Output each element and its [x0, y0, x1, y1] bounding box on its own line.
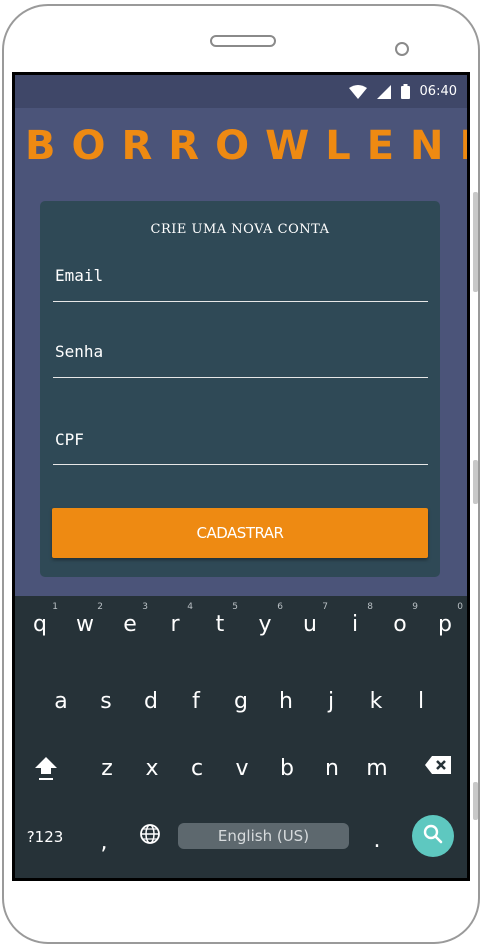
key-q[interactable]: q1: [18, 602, 62, 646]
cpf-field-label: CPF: [55, 430, 84, 449]
form-title: CRIE UMA NOVA CONTA: [150, 222, 330, 237]
key-hint: 9: [412, 602, 418, 612]
side-button-volume: [473, 460, 478, 504]
side-button-power: [473, 192, 478, 292]
key-label: r: [170, 611, 180, 637]
password-field[interactable]: Senha: [53, 335, 428, 378]
signup-card: CRIE UMA NOVA CONTA Email Senha CPF CADA…: [40, 201, 440, 577]
status-time: 06:40: [419, 84, 457, 99]
key-c[interactable]: c: [175, 746, 219, 790]
key-z[interactable]: z: [85, 746, 129, 790]
password-field-label: Senha: [55, 342, 104, 361]
key-r[interactable]: r4: [153, 602, 197, 646]
key-j[interactable]: j: [309, 679, 353, 723]
shift-key[interactable]: [24, 749, 68, 793]
key-label: l: [417, 688, 425, 714]
period-key[interactable]: .: [355, 818, 399, 862]
key-hint: 0: [457, 602, 463, 612]
shift-icon: [33, 755, 59, 787]
key-label: m: [366, 755, 388, 781]
key-label: u: [303, 611, 317, 637]
key-i[interactable]: i8: [333, 602, 377, 646]
key-w[interactable]: w2: [63, 602, 107, 646]
soft-keyboard: q1 w2 e3 r4 t5 y6 u7 i8 o9 p0 a s d f g …: [15, 596, 467, 878]
status-bar: 06:40: [15, 75, 467, 108]
key-label: d: [144, 688, 158, 714]
key-hint: 2: [97, 602, 103, 612]
comma-key[interactable]: ,: [82, 820, 126, 864]
key-d[interactable]: d: [129, 679, 173, 723]
key-s[interactable]: s: [84, 679, 128, 723]
key-b[interactable]: b: [265, 746, 309, 790]
key-label: v: [235, 755, 249, 781]
key-h[interactable]: h: [264, 679, 308, 723]
key-t[interactable]: t5: [198, 602, 242, 646]
key-label: a: [54, 688, 68, 714]
key-k[interactable]: k: [354, 679, 398, 723]
backspace-key[interactable]: [416, 746, 460, 790]
device-screen: 06:40 BORROWLEND CRIE UMA NOVA CONTA Ema…: [12, 72, 470, 881]
key-label: w: [76, 611, 94, 637]
key-label: t: [215, 611, 225, 637]
key-label: j: [327, 688, 335, 714]
key-hint: 5: [232, 602, 238, 612]
key-f[interactable]: f: [174, 679, 218, 723]
key-label: c: [190, 755, 204, 781]
key-label: i: [351, 611, 359, 637]
app-logo: BORROWLEND: [25, 123, 470, 169]
key-e[interactable]: e3: [108, 602, 152, 646]
key-label: b: [280, 755, 294, 781]
key-v[interactable]: v: [220, 746, 264, 790]
wifi-icon: [348, 84, 367, 99]
key-n[interactable]: n: [310, 746, 354, 790]
key-label: z: [101, 755, 113, 781]
backspace-icon: [424, 755, 452, 781]
key-hint: 1: [52, 602, 58, 612]
email-field-label: Email: [55, 266, 104, 285]
key-label: s: [100, 688, 112, 714]
key-label: h: [279, 688, 293, 714]
cpf-field[interactable]: CPF: [53, 411, 428, 465]
key-label: q: [33, 611, 47, 637]
key-label: o: [393, 611, 407, 637]
key-label: f: [192, 688, 200, 714]
side-button-extra: [473, 782, 478, 820]
register-button[interactable]: CADASTRAR: [52, 508, 428, 558]
phone-speaker: [210, 35, 276, 47]
symbols-key[interactable]: ?123: [23, 815, 67, 859]
key-l[interactable]: l: [399, 679, 443, 723]
search-key[interactable]: [412, 815, 454, 857]
key-label: p: [438, 611, 452, 637]
key-u[interactable]: u7: [288, 602, 332, 646]
key-o[interactable]: o9: [378, 602, 422, 646]
key-g[interactable]: g: [219, 679, 263, 723]
phone-camera: [395, 42, 409, 56]
search-icon: [423, 824, 443, 848]
key-x[interactable]: x: [130, 746, 174, 790]
key-p[interactable]: p0: [423, 602, 467, 646]
key-y[interactable]: y6: [243, 602, 287, 646]
key-hint: 6: [277, 602, 283, 612]
key-hint: 4: [187, 602, 193, 612]
key-hint: 8: [367, 602, 373, 612]
signal-icon: [376, 84, 391, 99]
key-label: n: [325, 755, 339, 781]
email-field[interactable]: Email: [53, 259, 428, 302]
language-key[interactable]: [128, 815, 172, 859]
spacebar[interactable]: English (US): [178, 823, 349, 849]
key-m[interactable]: m: [355, 746, 399, 790]
key-a[interactable]: a: [39, 679, 83, 723]
battery-icon: [400, 84, 410, 99]
key-hint: 3: [142, 602, 148, 612]
globe-icon: [139, 823, 161, 851]
key-label: y: [258, 611, 272, 637]
key-label: e: [123, 611, 137, 637]
key-label: g: [234, 688, 248, 714]
key-label: x: [145, 755, 159, 781]
key-hint: 7: [322, 602, 328, 612]
key-label: k: [369, 688, 383, 714]
